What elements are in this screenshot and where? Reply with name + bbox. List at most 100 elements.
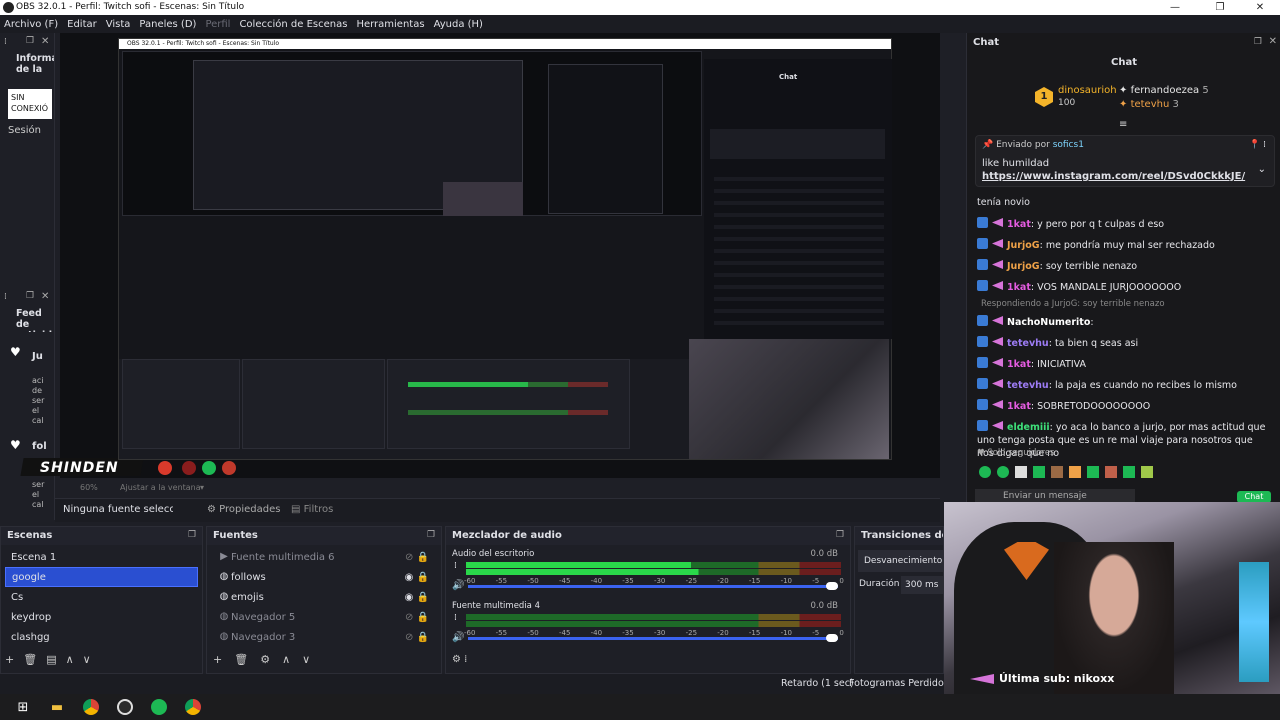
zoom-bar: 60% Ajustar a la ventana ▾ bbox=[60, 478, 940, 496]
minimize-icon[interactable]: — bbox=[1160, 0, 1190, 15]
emote-icon[interactable] bbox=[1123, 466, 1135, 478]
file-explorer-icon[interactable]: ▬ bbox=[44, 694, 70, 720]
emote-icon[interactable] bbox=[979, 466, 991, 478]
filters-button[interactable]: ▤ Filtros bbox=[291, 504, 333, 515]
chat-username[interactable]: tetevhu bbox=[1007, 380, 1049, 391]
source-item[interactable]: ◍ Navegador 5 ⊘ 🔒 bbox=[211, 607, 437, 627]
scene-item[interactable]: Escena 1 bbox=[5, 547, 198, 567]
unpin-icon[interactable]: 📍 ⁞ bbox=[1249, 140, 1266, 150]
volume-slider[interactable] bbox=[468, 585, 838, 588]
source-item[interactable]: ◍ follows ◉ 🔒 bbox=[211, 567, 437, 587]
close-icon[interactable]: ✕ bbox=[1245, 0, 1275, 15]
fit-window[interactable]: Ajustar a la ventana bbox=[120, 483, 201, 492]
eye-hidden-icon[interactable]: ⊘ 🔒 bbox=[405, 612, 429, 623]
menu-herramientas[interactable]: Herramientas bbox=[356, 19, 424, 30]
speaker-icon[interactable]: 🔊 bbox=[452, 580, 464, 591]
emote-icon[interactable] bbox=[1069, 466, 1081, 478]
source-item[interactable]: ◍ Navegador 3 ⊘ 🔒 bbox=[211, 627, 437, 647]
channel-menu-icon[interactable]: ⁞ bbox=[454, 561, 457, 571]
source-item[interactable]: ◍ emojis ◉ 🔒 bbox=[211, 587, 437, 607]
eye-icon[interactable]: ◉ 🔒 bbox=[405, 572, 429, 583]
chat-username[interactable]: tetevhu bbox=[1007, 338, 1049, 349]
dock-float-icon[interactable]: ❐ bbox=[425, 530, 437, 542]
dock-close-icon[interactable]: ✕ bbox=[1269, 36, 1277, 47]
emote-icon[interactable] bbox=[1051, 466, 1063, 478]
windows-start-icon[interactable]: ⊞ bbox=[10, 694, 36, 720]
filter-icon[interactable]: ▤ bbox=[46, 653, 56, 666]
add-icon[interactable]: + bbox=[5, 653, 14, 666]
chevron-down-icon[interactable]: ∨ bbox=[302, 653, 310, 666]
eye-hidden-icon[interactable]: ⊘ 🔒 bbox=[405, 632, 429, 643]
sub-badge-icon bbox=[992, 400, 1003, 409]
emote-icon[interactable] bbox=[1087, 466, 1099, 478]
menu-editar[interactable]: Editar bbox=[67, 19, 97, 30]
properties-button[interactable]: ⚙ Propiedades bbox=[207, 504, 280, 515]
spotify-icon[interactable] bbox=[146, 694, 172, 720]
scene-item[interactable]: clashgg bbox=[5, 627, 198, 647]
speaker-icon[interactable]: 🔊 bbox=[452, 632, 464, 643]
chevron-down-icon[interactable]: ∨ bbox=[83, 653, 91, 666]
menu-ayuda[interactable]: Ayuda (H) bbox=[434, 19, 483, 30]
eye-hidden-icon[interactable]: ⊘ 🔒 bbox=[405, 552, 429, 563]
chevron-up-icon[interactable]: ∧ bbox=[66, 653, 74, 666]
chat-username[interactable]: 1kat bbox=[1007, 401, 1031, 412]
shinden-logo: SHINDEN bbox=[40, 460, 119, 476]
emote-icon[interactable] bbox=[1033, 466, 1045, 478]
dock-float-icon[interactable]: ❐ bbox=[26, 291, 34, 301]
chat-username[interactable]: 1kat bbox=[1007, 282, 1031, 293]
dock-close-icon[interactable]: ✕ bbox=[41, 291, 49, 302]
zoom-level[interactable]: 60% bbox=[80, 483, 98, 492]
chat-username[interactable]: NachoNumerito bbox=[1007, 317, 1090, 328]
dock-menu-icon[interactable]: ⁞ bbox=[4, 37, 7, 47]
chevron-down-icon[interactable]: ▾ bbox=[200, 483, 204, 492]
emote-icon[interactable] bbox=[1141, 466, 1153, 478]
trash-icon[interactable]: 🗑 bbox=[234, 653, 248, 666]
menu-paneles[interactable]: Paneles (D) bbox=[139, 19, 196, 30]
menu-vista[interactable]: Vista bbox=[106, 19, 131, 30]
emote-icon[interactable] bbox=[1015, 466, 1027, 478]
dock-float-icon[interactable]: ❐ bbox=[834, 530, 846, 542]
chevron-down-icon[interactable]: ⌄ bbox=[1258, 164, 1266, 175]
obs-taskbar-icon[interactable] bbox=[112, 694, 138, 720]
eye-icon[interactable]: ◉ 🔒 bbox=[405, 592, 429, 603]
menu-coleccion[interactable]: Colección de Escenas bbox=[239, 19, 347, 30]
chat-username[interactable]: eldemiii bbox=[1007, 422, 1050, 433]
pinned-link[interactable]: https://www.instagram.com/reel/DSvd0Ckkk… bbox=[982, 171, 1245, 182]
maximize-icon[interactable]: ❐ bbox=[1205, 0, 1235, 15]
trash-icon[interactable]: 🗑 bbox=[23, 653, 37, 666]
emote-icon[interactable] bbox=[1105, 466, 1117, 478]
chat-username[interactable]: JurjoG bbox=[1007, 261, 1040, 272]
source-item[interactable]: ▶ Fuente multimedia 6 ⊘ 🔒 bbox=[211, 547, 437, 567]
collapse-icon[interactable]: ≡ bbox=[1119, 119, 1127, 130]
emote-icon[interactable] bbox=[997, 466, 1009, 478]
menu-archivo[interactable]: Archivo (F) bbox=[4, 19, 58, 30]
dock-close-icon[interactable]: ✕ bbox=[41, 36, 49, 47]
scene-item-selected[interactable]: google bbox=[5, 567, 198, 587]
volume-slider[interactable] bbox=[468, 637, 838, 640]
dock-float-icon[interactable]: ❐ bbox=[186, 530, 198, 542]
transition-select[interactable]: Desvanecimiento bbox=[858, 550, 943, 572]
chevron-up-icon[interactable]: ∧ bbox=[282, 653, 290, 666]
chrome-icon[interactable] bbox=[78, 694, 104, 720]
chat-username[interactable]: 1kat bbox=[1007, 219, 1031, 230]
channel-menu-icon[interactable]: ⁞ bbox=[454, 613, 457, 623]
chrome-alt-icon[interactable] bbox=[180, 694, 206, 720]
add-icon[interactable]: + bbox=[213, 653, 222, 666]
dock-menu-icon[interactable]: ⁞ bbox=[4, 292, 7, 302]
tick-label: -45 bbox=[558, 629, 571, 637]
chat-username[interactable]: 1kat bbox=[1007, 359, 1031, 370]
scene-item[interactable]: keydrop bbox=[5, 607, 198, 627]
chat-input[interactable]: Enviar un mensaje bbox=[975, 489, 1135, 503]
dock-float-icon[interactable]: ❐ bbox=[1254, 37, 1262, 47]
duration-input[interactable]: 300 ms bbox=[901, 576, 943, 594]
menu-perfil[interactable]: Perfil bbox=[205, 19, 230, 30]
chat-username[interactable]: JurjoG bbox=[1007, 240, 1040, 251]
tick-label: -10 bbox=[780, 577, 792, 585]
dock-float-icon[interactable]: ❐ bbox=[26, 36, 34, 46]
volume-handle[interactable] bbox=[826, 634, 838, 642]
tick-label: -30 bbox=[653, 629, 666, 637]
gear-icon[interactable]: ⚙ bbox=[260, 653, 270, 666]
scene-item[interactable]: Cs bbox=[5, 587, 198, 607]
volume-handle[interactable] bbox=[826, 582, 838, 590]
gear-icon[interactable]: ⚙ ⁞ bbox=[452, 654, 467, 665]
